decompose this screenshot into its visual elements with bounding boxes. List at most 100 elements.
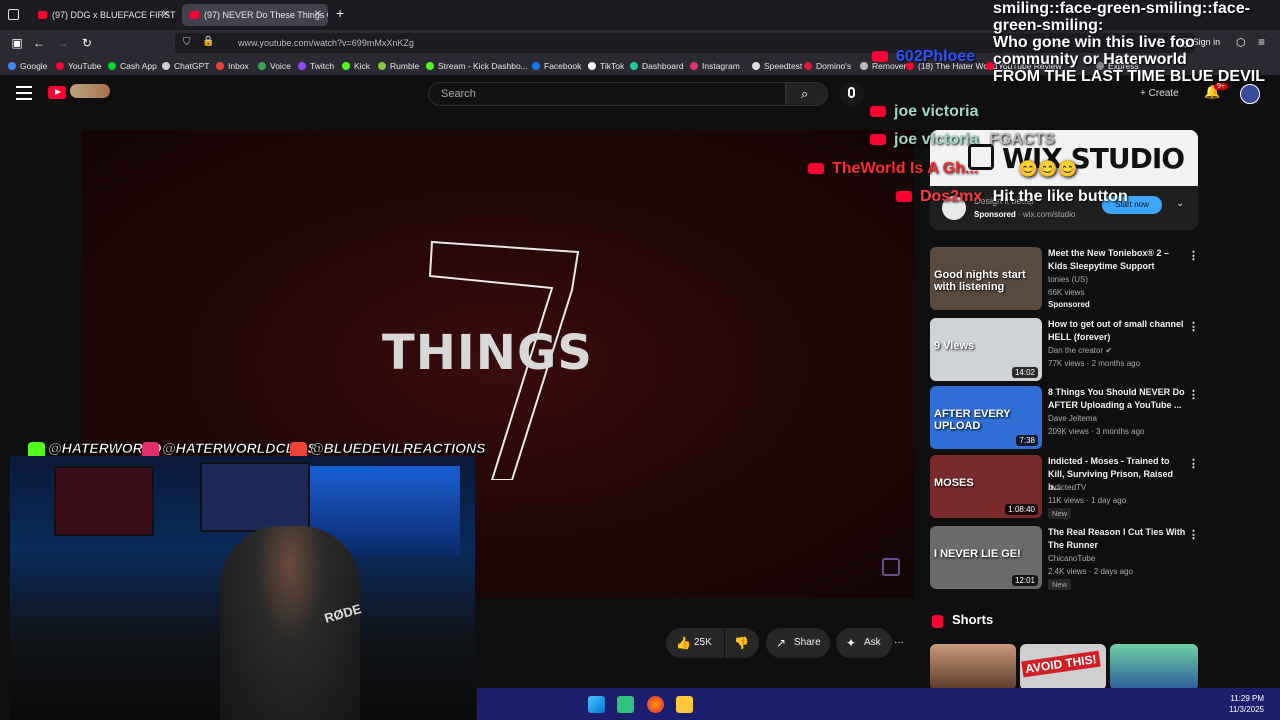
youtube-logo[interactable] [48, 86, 66, 99]
bookmark-label: Twitch [310, 61, 335, 71]
search-icon: ⌕ [801, 86, 809, 101]
recommendation-item[interactable]: MOSES 1:08:40 Indicted - Moses - Trained t… [930, 455, 1200, 519]
back-icon[interactable]: ← [30, 34, 48, 52]
video-thumbnail[interactable]: MOSES 1:08:40 [930, 455, 1042, 518]
video-thumbnail[interactable]: I NEVER LIE GE! 12:01 [930, 526, 1042, 589]
more-actions-button[interactable]: ··· [890, 628, 914, 658]
close-tab-icon[interactable]: ✕ [314, 4, 322, 26]
bookmark-item[interactable]: Stream - Kick Dashbo... [426, 59, 528, 73]
video-thumbnail[interactable]: Good nights start with listening [930, 247, 1042, 310]
video-title[interactable]: The Real Reason I Cut Ties With The Runn… [1048, 526, 1186, 552]
chevron-down-icon[interactable]: ⌄ [1176, 198, 1184, 209]
bookmark-item[interactable]: TikTok [588, 59, 624, 73]
bookmark-favicon-icon [108, 62, 116, 70]
bookmark-favicon-icon [298, 62, 306, 70]
url-text[interactable]: www.youtube.com/watch?v=699mMxXnKZg [238, 33, 414, 53]
more-options-icon[interactable]: ⋮ [1188, 528, 1199, 541]
bookmark-item[interactable]: Voice [258, 59, 291, 73]
bookmark-label: Facebook [544, 61, 582, 71]
ad-sponsored-label: Sponsored [974, 210, 1016, 219]
recommendation-item[interactable]: 9 Views 14:02 How to get out of small chan… [930, 318, 1200, 382]
bookmark-item[interactable]: Inbox [216, 59, 249, 73]
bookmark-item[interactable]: Google [8, 59, 47, 73]
dislike-button[interactable]: 👎 [725, 628, 759, 658]
video-meta: 66K views [1048, 288, 1085, 297]
hamburger-menu-icon[interactable] [16, 86, 32, 102]
tab-title: (97) NEVER Do These Things Ch [204, 10, 328, 20]
tab-list-icon[interactable] [8, 9, 19, 20]
channel-name: tonies (US) [1048, 275, 1089, 284]
bookmark-item[interactable]: Instagram [690, 59, 740, 73]
firefox-icon[interactable] [647, 696, 664, 713]
tab-never-do-these-things[interactable]: (97) NEVER Do These Things Ch ✕ [182, 4, 328, 26]
video-title[interactable]: How to get out of small channel HELL (fo… [1048, 318, 1186, 344]
more-options-icon[interactable]: ⋮ [1188, 457, 1199, 470]
more-options-icon[interactable]: ⋮ [1188, 388, 1199, 401]
bookmark-item[interactable]: Kick [342, 59, 370, 73]
thumbnail-caption: Good nights start with listening [934, 269, 1026, 293]
bookmark-item[interactable]: YouTube [56, 59, 101, 73]
bookmark-item[interactable]: Twitch [298, 59, 334, 73]
bookmark-favicon-icon [216, 62, 224, 70]
bookmark-label: Stream - Kick Dashbo... [438, 61, 528, 71]
channel-watermark-icon[interactable] [882, 558, 900, 576]
share-button[interactable]: ↗ Share [766, 628, 830, 658]
bookmark-item[interactable]: Domino's [804, 59, 851, 73]
video-title[interactable]: 8 Things You Should NEVER Do AFTER Uploa… [1048, 386, 1186, 412]
avatar[interactable] [1240, 84, 1260, 104]
bookmark-item[interactable]: Rumble [378, 59, 419, 73]
chat-username: TheWorld Is A Gh... [832, 160, 979, 177]
close-tab-icon[interactable]: ✕ [162, 4, 170, 26]
recommendation-item[interactable]: Good nights start with listening Meet the… [930, 247, 1200, 311]
video-thumbnail[interactable]: AFTER EVERY UPLOAD 7:38 [930, 386, 1042, 449]
recommendation-item[interactable]: AFTER EVERY UPLOAD 7:38 8 Things You Shoul… [930, 386, 1200, 450]
shorts-heading: Shorts [932, 612, 993, 632]
voice-search-button[interactable] [840, 82, 864, 106]
chat-line-user: joe victoria [870, 103, 978, 121]
like-button[interactable]: 👍 25K [666, 628, 724, 658]
video-meta: 77K views · 2 months ago [1048, 359, 1141, 368]
more-options-icon[interactable]: ⋮ [1188, 320, 1199, 333]
tab-ddg-blueface[interactable]: (97) DDG x BLUEFACE FIRST DA ✕ [30, 4, 176, 26]
file-explorer-icon[interactable] [676, 696, 693, 713]
search-button[interactable]: ⌕ [786, 82, 828, 106]
bookmark-item[interactable]: Facebook [532, 59, 581, 73]
more-options-icon[interactable]: ⋮ [1188, 249, 1199, 262]
new-tab-button[interactable]: + [336, 5, 344, 21]
share-icon: ↗ [776, 636, 787, 650]
bookmark-favicon-icon [752, 62, 760, 70]
video-thumbnail[interactable]: 9 Views 14:02 [930, 318, 1042, 381]
reload-icon[interactable]: ↻ [78, 34, 96, 52]
app-icon[interactable] [617, 696, 634, 713]
thumbnail-caption: 9 Views [934, 340, 975, 352]
channel-name: Dave Jeltema [1048, 414, 1097, 423]
youtube-favicon-icon [190, 11, 199, 19]
lock-icon[interactable]: 🔒 [202, 36, 214, 47]
monitor-screen [54, 466, 154, 536]
bookmark-item[interactable]: Dashboard [630, 59, 684, 73]
bookmark-item[interactable]: Cash App [108, 59, 157, 73]
bookmark-favicon-icon [588, 62, 596, 70]
forward-icon[interactable]: → [54, 34, 72, 52]
search-input[interactable]: Search [428, 82, 786, 106]
bookmark-item[interactable]: ChatGPT [162, 59, 209, 73]
video-meta: 2.4K views · 2 days ago [1048, 567, 1133, 576]
short-thumbnail[interactable] [1110, 644, 1198, 690]
ask-button[interactable]: ✦ Ask [836, 628, 892, 658]
tab-title: (97) DDG x BLUEFACE FIRST DA [52, 10, 176, 20]
bookmark-favicon-icon [56, 62, 64, 70]
short-thumbnail[interactable]: AVOID THIS! [1020, 644, 1106, 690]
microphone-icon [848, 87, 855, 98]
windows-start-icon[interactable] [588, 696, 605, 713]
youtube-chat-icon [870, 134, 886, 146]
short-thumbnail[interactable] [930, 644, 1016, 690]
duration-badge: 14:02 [1011, 367, 1038, 378]
sidebar-toggle-icon[interactable]: ▣ [8, 34, 26, 52]
create-button[interactable]: + Create [1140, 88, 1179, 99]
system-clock[interactable]: 11:29 PM 11/3/2025 [1229, 693, 1264, 715]
shield-icon[interactable]: ⛉ [183, 37, 191, 48]
bookmark-item[interactable]: Speedtest [752, 59, 802, 73]
video-title[interactable]: Meet the New Toniebox® 2 – Kids Sleepyti… [1048, 247, 1186, 273]
recommendation-item[interactable]: I NEVER LIE GE! 12:01 The Real Reason I Cu… [930, 526, 1200, 590]
thumbnail-caption: AFTER EVERY UPLOAD [934, 408, 1011, 432]
